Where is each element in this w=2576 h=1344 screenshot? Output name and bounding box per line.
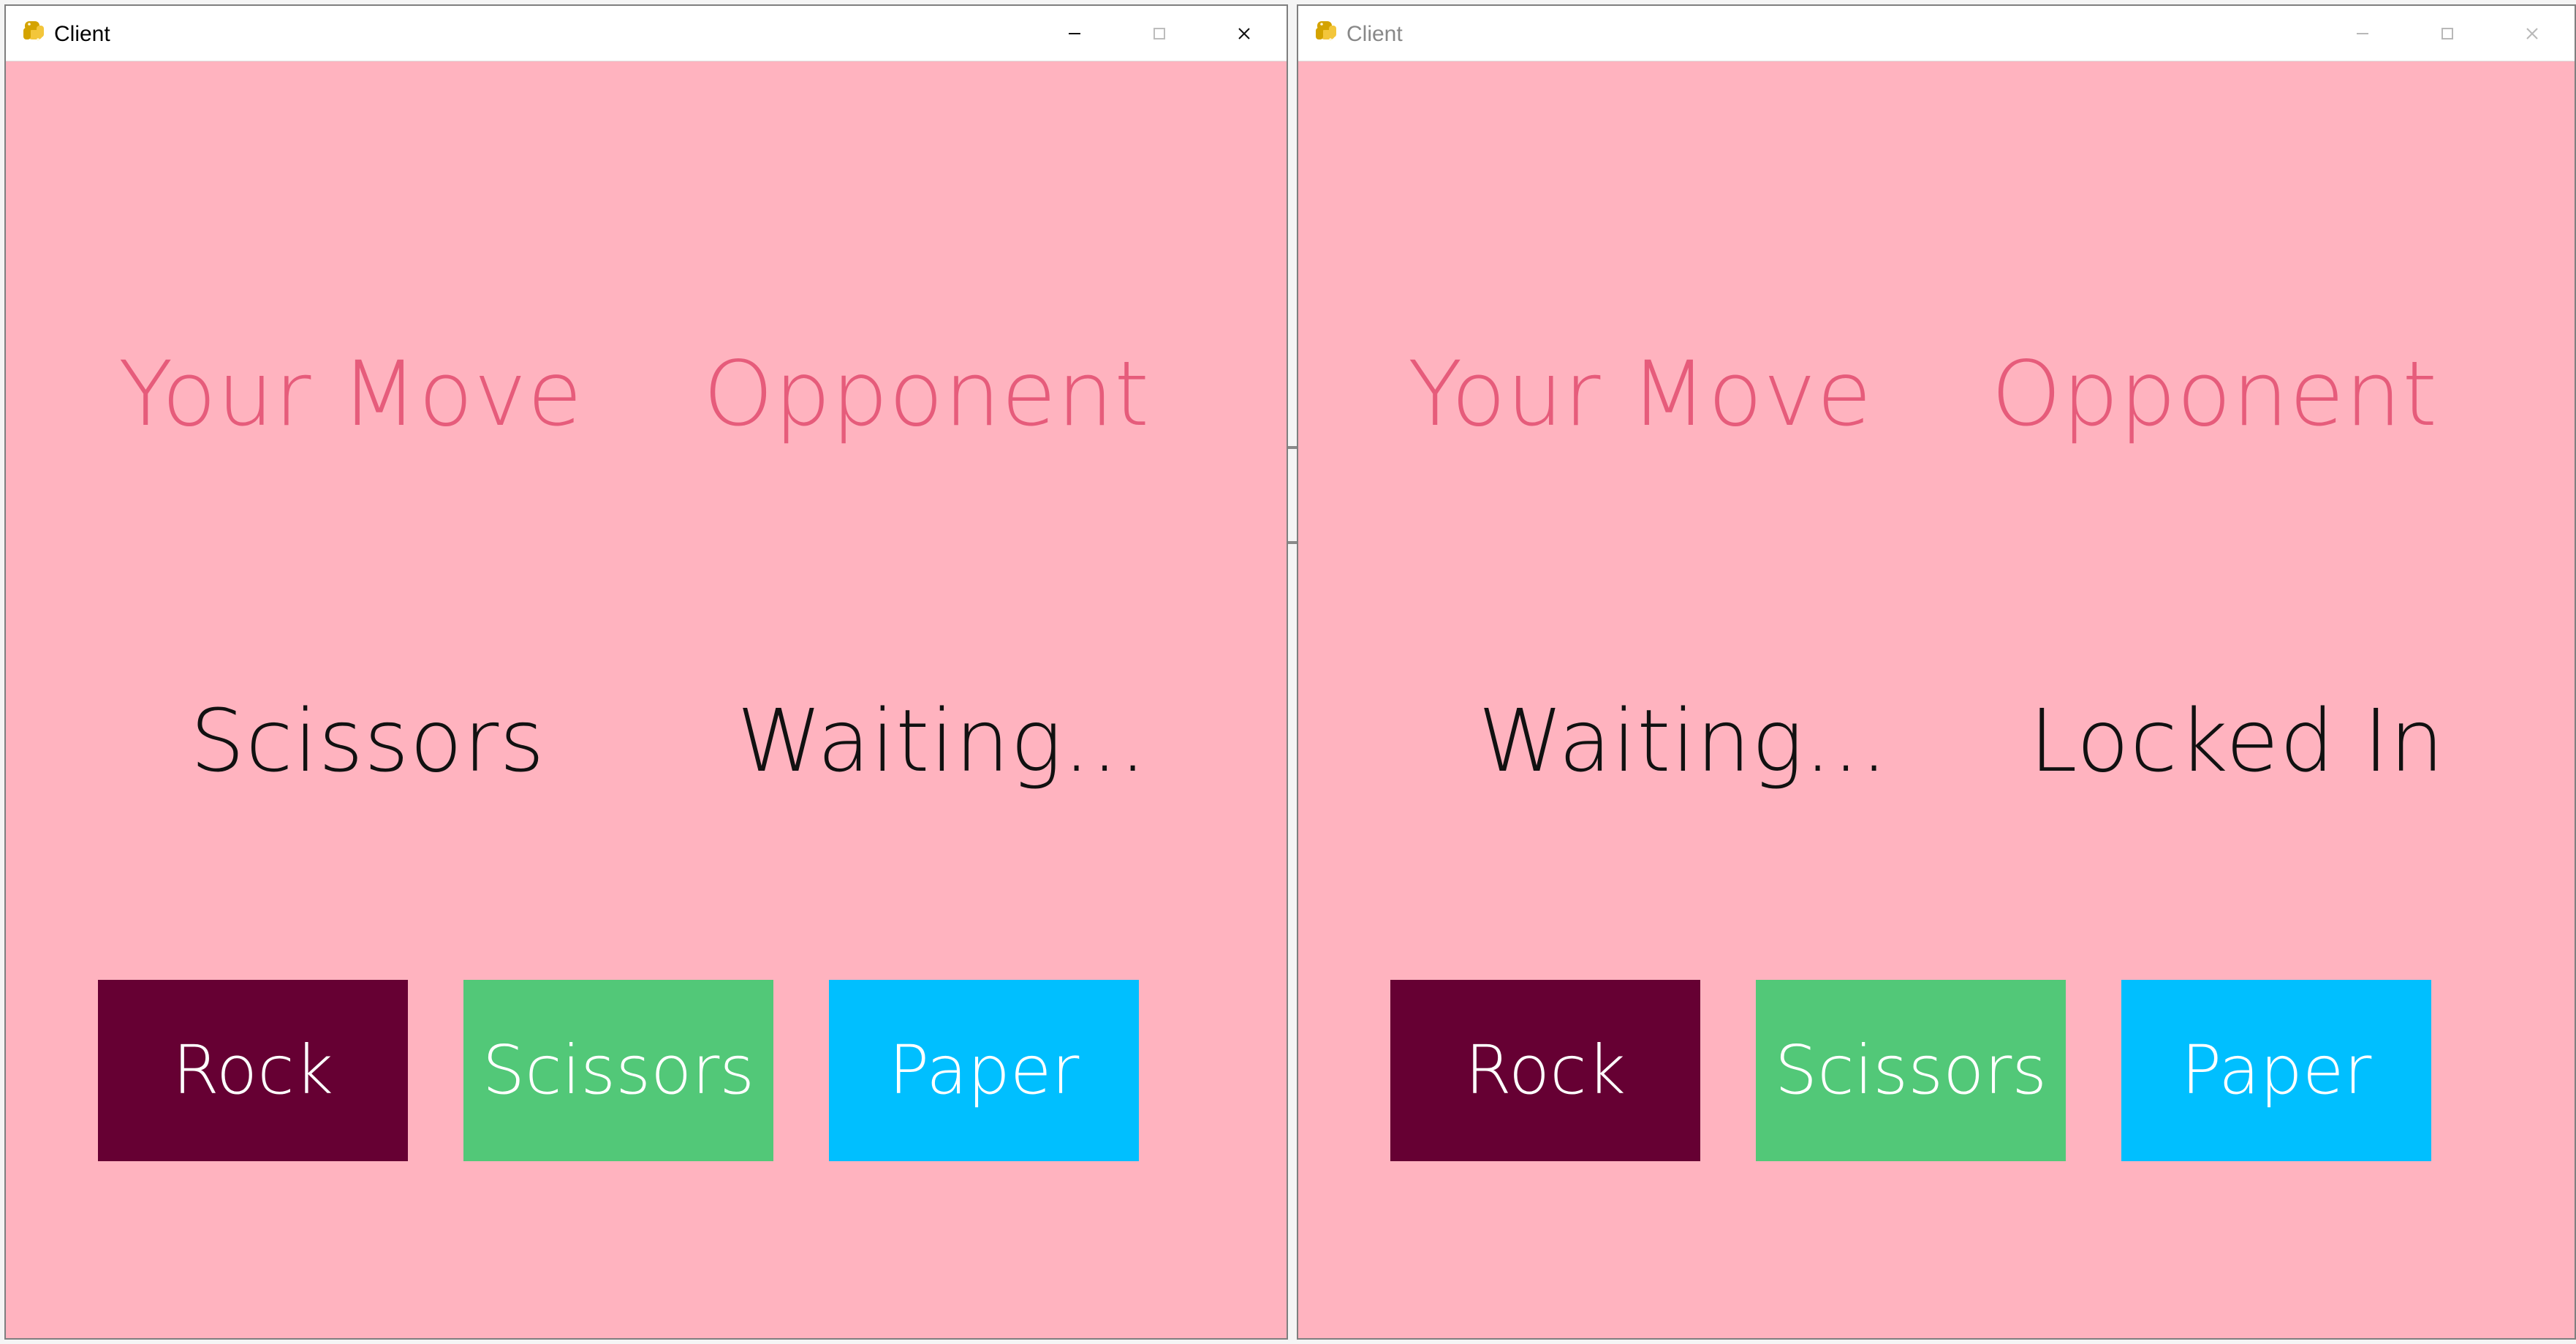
close-button[interactable]: [2490, 6, 2575, 61]
close-icon: [1238, 28, 1250, 39]
maximize-button[interactable]: [1117, 6, 1202, 61]
game-area: Your Move Opponent Waiting... Locked In …: [1298, 61, 2575, 1338]
rock-button[interactable]: Rock: [1390, 980, 1700, 1161]
client-window-left: Client Your Move Opponent Scissors Waiti…: [4, 4, 1288, 1340]
scissors-button[interactable]: Scissors: [463, 980, 773, 1161]
maximize-icon: [1153, 28, 1165, 39]
minimize-button[interactable]: [1032, 6, 1117, 61]
title-bar[interactable]: Client: [1298, 6, 2575, 61]
your-move-heading: Your Move: [1408, 342, 1873, 446]
close-icon: [2526, 28, 2538, 39]
python-icon: [23, 21, 44, 41]
window-title: Client: [1346, 22, 1403, 46]
scissors-button[interactable]: Scissors: [1756, 980, 2066, 1161]
background-edge-line: [1288, 446, 1297, 449]
minimize-icon: [2357, 33, 2368, 34]
paper-button[interactable]: Paper: [2121, 980, 2431, 1161]
window-controls: [1023, 6, 1287, 61]
maximize-icon: [2441, 28, 2453, 39]
your-move-status: Scissors: [190, 690, 545, 791]
rock-button[interactable]: Rock: [98, 980, 408, 1161]
paper-button[interactable]: Paper: [829, 980, 1139, 1161]
desktop-screen: Client Your Move Opponent Scissors Waiti…: [0, 0, 2576, 1344]
opponent-status: Waiting...: [737, 690, 1148, 791]
close-button[interactable]: [1202, 6, 1287, 61]
python-icon: [1316, 21, 1336, 41]
minimize-button[interactable]: [2320, 6, 2405, 61]
client-window-right: Client Your Move Opponent Waiting... Loc…: [1297, 4, 2576, 1340]
your-move-heading: Your Move: [118, 342, 583, 446]
maximize-button[interactable]: [2405, 6, 2490, 61]
window-controls: [2311, 6, 2575, 61]
minimize-icon: [1069, 33, 1080, 34]
game-area: Your Move Opponent Scissors Waiting... R…: [6, 61, 1287, 1338]
window-title: Client: [54, 22, 110, 46]
background-edge-line: [1288, 541, 1297, 544]
opponent-heading: Opponent: [1991, 342, 2439, 446]
opponent-heading: Opponent: [703, 342, 1151, 446]
opponent-status: Locked In: [2029, 690, 2445, 791]
title-bar[interactable]: Client: [6, 6, 1287, 61]
your-move-status: Waiting...: [1478, 690, 1889, 791]
